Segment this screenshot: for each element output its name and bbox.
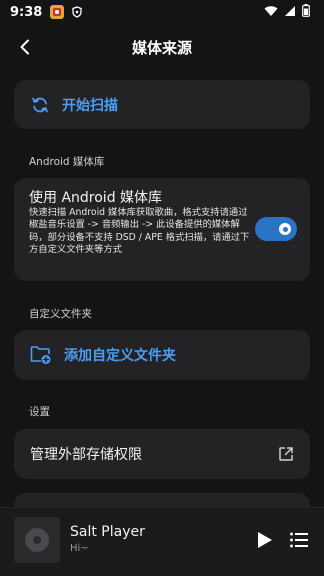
- manage-storage-permission-label: 管理外部存储权限: [30, 447, 142, 463]
- song-title: Salt Player: [70, 524, 145, 540]
- android-media-library-description: 快速扫描 Android 媒体库获取歌曲，格式支持请通过椒盐音乐设置 -> 音频…: [29, 207, 250, 256]
- manage-storage-permission-row[interactable]: 管理外部存储权限: [14, 429, 310, 479]
- page-title: 媒体来源: [131, 38, 192, 57]
- app-notification-icon: [50, 5, 65, 19]
- disc-icon: [25, 528, 49, 552]
- back-button[interactable]: [14, 36, 36, 58]
- album-art: [14, 517, 60, 563]
- start-scan-button[interactable]: 开始扫描: [14, 80, 310, 129]
- section-header-settings: 设置: [29, 406, 50, 418]
- add-custom-folder-button[interactable]: 添加自定义文件夹: [14, 330, 310, 380]
- section-header-custom-folders: 自定义文件夹: [29, 308, 92, 320]
- status-time: 9:38: [10, 4, 43, 20]
- cellular-signal-icon: [285, 5, 295, 16]
- android-media-library-title: 使用 Android 媒体库: [29, 190, 163, 206]
- refresh-icon: [32, 97, 48, 112]
- android-media-library-toggle[interactable]: [255, 217, 297, 241]
- play-icon[interactable]: [254, 530, 274, 550]
- folder-add-icon: [30, 346, 51, 364]
- open-external-icon: [279, 447, 293, 461]
- status-bar: 9:38: [0, 0, 324, 24]
- toggle-knob: [279, 223, 291, 235]
- section-header-android: Android 媒体库: [29, 156, 105, 168]
- mini-player[interactable]: Salt Player Hi~: [0, 507, 324, 576]
- back-arrow-icon: [20, 39, 29, 55]
- add-custom-folder-label: 添加自定义文件夹: [64, 348, 176, 364]
- queue-list-icon[interactable]: [289, 531, 309, 549]
- app-bar: 媒体来源: [0, 28, 324, 66]
- android-media-library-row[interactable]: 使用 Android 媒体库 快速扫描 Android 媒体库获取歌曲，格式支持…: [14, 178, 310, 281]
- song-subtitle: Hi~: [70, 543, 89, 554]
- start-scan-label: 开始扫描: [62, 97, 118, 114]
- battery-icon: [302, 4, 310, 17]
- shield-icon: [70, 5, 84, 19]
- wifi-icon: [264, 5, 278, 16]
